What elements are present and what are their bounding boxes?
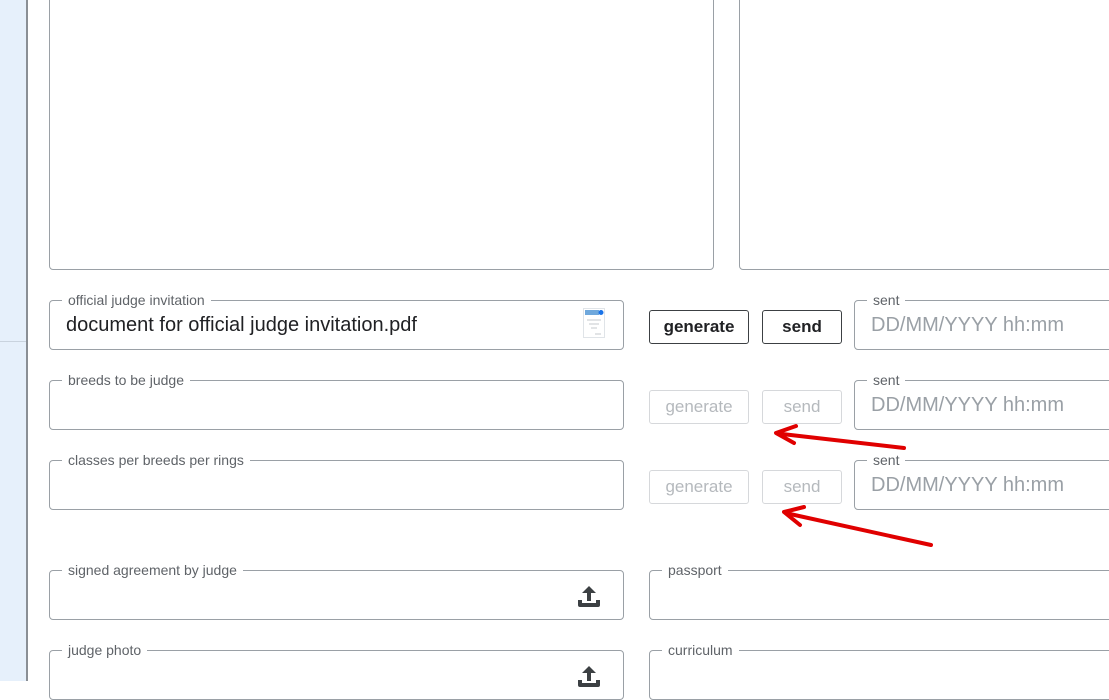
document-thumbnail-icon[interactable] [583,308,605,343]
signed-agreement-field[interactable]: signed agreement by judge [49,561,624,620]
classes-sent-placeholder: DD/MM/YYYY hh:mm [871,474,1064,496]
breeds-to-be-judge-label: breeds to be judge [62,371,190,389]
breeds-sent-field[interactable]: sent DD/MM/YYYY hh:mm [854,371,1109,430]
judge-photo-field[interactable]: judge photo [49,641,624,700]
judge-photo-label: judge photo [62,641,148,659]
curriculum-label: curriculum [662,641,739,659]
breeds-send-button[interactable]: send [762,390,842,424]
classes-sent-field[interactable]: sent DD/MM/YYYY hh:mm [854,451,1109,510]
classes-per-breeds-field[interactable]: classes per breeds per rings [49,451,624,510]
invitation-sent-label: sent [867,291,906,309]
breeds-to-be-judge-field[interactable]: breeds to be judge [49,371,624,430]
invitation-generate-button[interactable]: generate [649,310,749,344]
signed-agreement-label: signed agreement by judge [62,561,243,579]
large-textarea-left[interactable] [49,0,714,270]
classes-generate-button[interactable]: generate [649,470,749,504]
upload-icon[interactable] [577,664,601,693]
official-judge-invitation-label: official judge invitation [62,291,211,309]
official-judge-invitation-value: document for official judge invitation.p… [66,314,417,336]
official-judge-invitation-field[interactable]: official judge invitation document for o… [49,291,624,350]
classes-per-breeds-label: classes per breeds per rings [62,451,250,469]
breeds-sent-label: sent [867,371,906,389]
breeds-sent-placeholder: DD/MM/YYYY hh:mm [871,394,1064,416]
invitation-send-button[interactable]: send [762,310,842,344]
passport-field[interactable]: passport [649,561,1109,620]
curriculum-field[interactable]: curriculum [649,641,1109,700]
upload-icon[interactable] [577,584,601,613]
passport-label: passport [662,561,728,579]
large-textarea-right[interactable] [739,0,1109,270]
classes-sent-label: sent [867,451,906,469]
annotation-arrow-2 [782,505,933,547]
breeds-generate-button[interactable]: generate [649,390,749,424]
classes-send-button[interactable]: send [762,470,842,504]
invitation-sent-placeholder: DD/MM/YYYY hh:mm [871,314,1064,336]
sidebar-divider [0,341,26,342]
invitation-sent-field[interactable]: sent DD/MM/YYYY hh:mm [854,291,1109,350]
